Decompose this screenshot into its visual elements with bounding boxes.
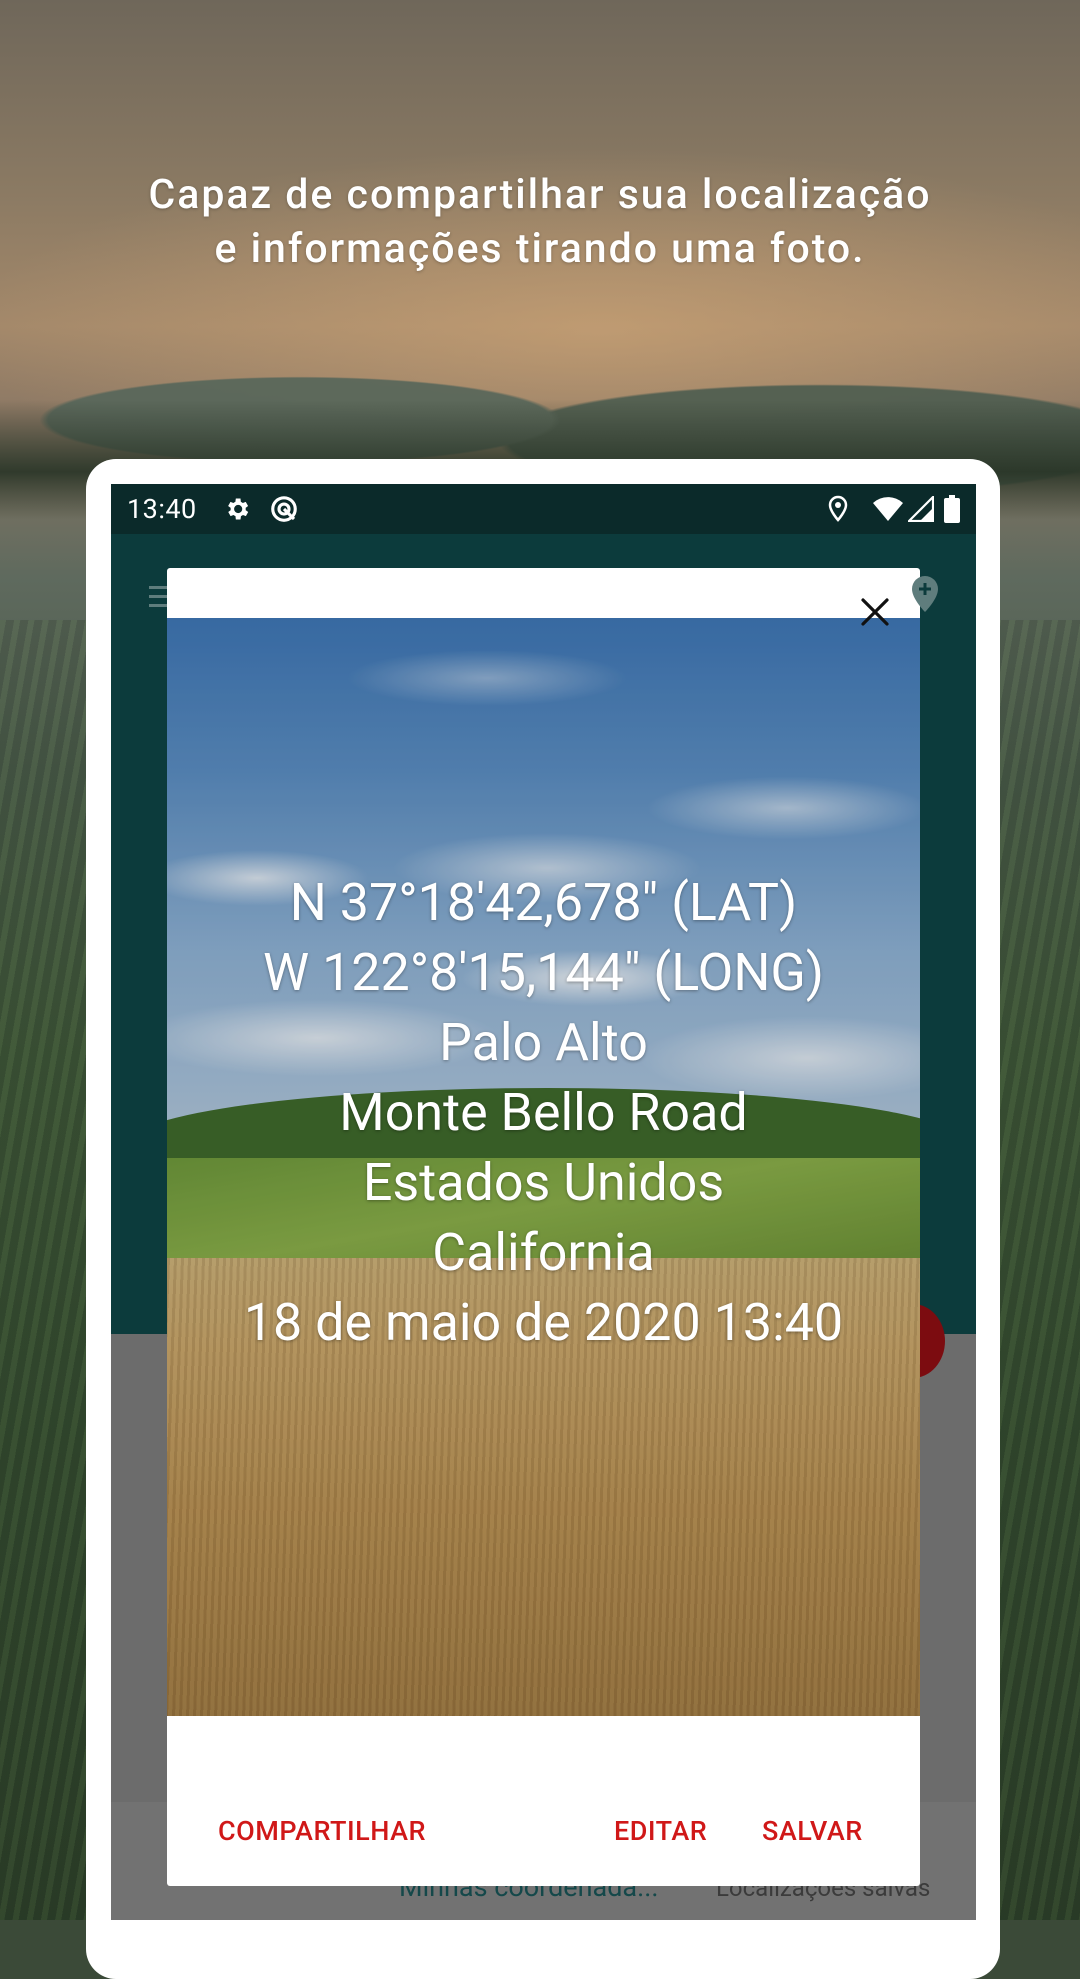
gear-icon <box>223 495 251 523</box>
location-photo: N 37°18'42,678" (LAT) W 122°8'15,144" (L… <box>167 618 920 1716</box>
sync-icon <box>269 494 299 524</box>
edit-button[interactable]: EDITAR <box>614 1815 707 1847</box>
country-text: Estados Unidos <box>362 1152 725 1213</box>
state-text: California <box>432 1222 655 1283</box>
location-pin-icon <box>826 495 850 523</box>
close-icon[interactable] <box>857 594 893 630</box>
datetime-text: 18 de maio de 2020 13:40 <box>243 1292 844 1353</box>
location-info: N 37°18'42,678" (LAT) W 122°8'15,144" (L… <box>167 868 920 1358</box>
battery-icon <box>944 495 960 523</box>
wifi-icon <box>872 496 904 522</box>
add-location-icon[interactable] <box>908 574 942 614</box>
status-bar: 13:40 <box>111 484 976 534</box>
city-text: Palo Alto <box>439 1012 648 1073</box>
share-button[interactable]: COMPARTILHAR <box>218 1815 426 1847</box>
signal-icon <box>908 496 934 522</box>
street-text: Monte Bello Road <box>339 1082 748 1143</box>
latitude-text: N 37°18'42,678" (LAT) <box>289 872 798 933</box>
save-button[interactable]: SALVAR <box>762 1815 863 1847</box>
promo-headline: Capaz de compartilhar sua localização e … <box>148 171 932 273</box>
status-time: 13:40 <box>127 493 197 525</box>
photo-dialog: N 37°18'42,678" (LAT) W 122°8'15,144" (L… <box>167 568 920 1886</box>
longitude-text: W 122°8'15,144" (LONG) <box>263 942 824 1003</box>
